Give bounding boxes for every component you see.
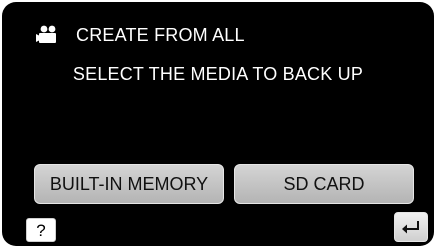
built-in-memory-label: BUILT-IN MEMORY (49, 173, 209, 194)
help-icon: ? (36, 220, 46, 240)
built-in-memory-button[interactable]: BUILT-IN MEMORY (34, 164, 224, 204)
sd-card-button[interactable]: SD CARD (234, 164, 414, 204)
header: CREATE FROM ALL (36, 22, 245, 48)
sd-card-label: SD CARD (283, 173, 365, 194)
lcd-screen: CREATE FROM ALL SELECT THE MEDIA TO BACK… (2, 2, 434, 246)
help-button[interactable]: ? (26, 218, 56, 242)
header-title: CREATE FROM ALL (76, 24, 245, 45)
instruction-text: SELECT THE MEDIA TO BACK UP (72, 64, 364, 84)
return-arrow-icon (402, 221, 419, 234)
back-button[interactable] (394, 212, 428, 242)
video-camera-icon (36, 25, 56, 43)
